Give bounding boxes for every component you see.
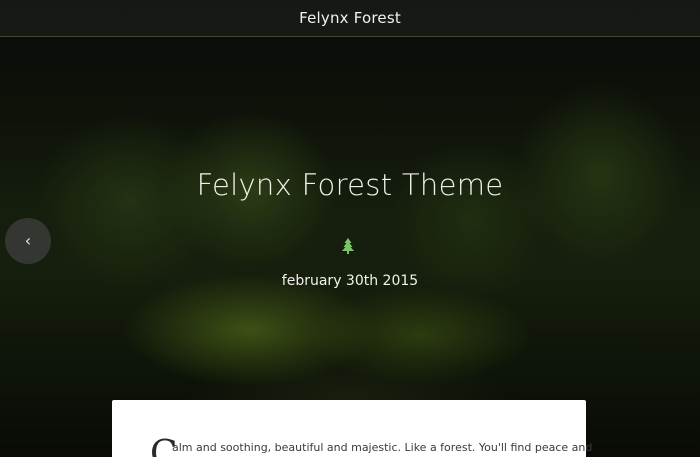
hero-title: Felynx Forest Theme [196, 168, 504, 202]
top-bar: Felynx Forest [0, 0, 700, 37]
article-intro-text: alm and soothing, beautiful and majestic… [172, 441, 593, 454]
page: Felynx Forest ‹ Felynx Forest Theme febr… [0, 0, 700, 457]
site-title[interactable]: Felynx Forest [299, 9, 401, 27]
chevron-left-icon: ‹ [24, 231, 32, 250]
article-card: C alm and soothing, beautiful and majest… [112, 400, 593, 457]
hero-overlay [0, 0, 700, 457]
post-date: february 30th 2015 [281, 273, 419, 289]
tree-icon [342, 238, 354, 254]
previous-slide-button[interactable]: ‹ [5, 218, 51, 264]
